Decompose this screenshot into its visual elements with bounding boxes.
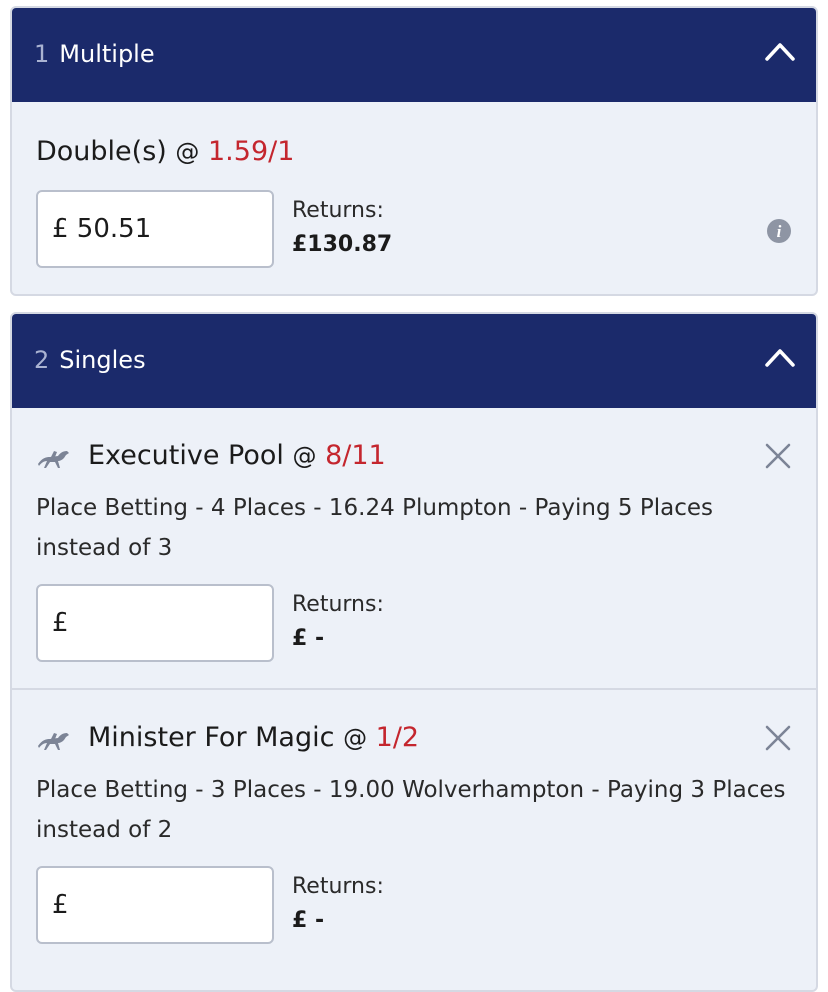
bet-name: Double(s) bbox=[36, 136, 167, 167]
selection-name: Executive Pool bbox=[88, 440, 284, 471]
stake-input[interactable]: £ 50.51 bbox=[36, 190, 274, 268]
selection-odds: 1/2 bbox=[375, 722, 420, 753]
at-sign: @ bbox=[175, 138, 200, 166]
selection-name: Minister For Magic bbox=[88, 722, 335, 753]
multiple-section: 1 Multiple Double(s) @ 1.59/1 £ 50.51 Re… bbox=[10, 6, 818, 296]
info-icon[interactable]: i bbox=[766, 218, 792, 244]
row-divider bbox=[12, 688, 816, 690]
chevron-up-icon[interactable] bbox=[764, 346, 796, 368]
horse-racing-icon bbox=[38, 451, 69, 468]
returns-value: £130.87 bbox=[292, 232, 393, 257]
stake-input[interactable]: £ bbox=[36, 866, 274, 944]
at-sign: @ bbox=[292, 442, 317, 470]
single-bet-title: Minister For Magic @ 1/2 bbox=[88, 722, 419, 753]
svg-text:i: i bbox=[777, 222, 782, 241]
close-icon[interactable] bbox=[764, 724, 792, 752]
multiple-header[interactable]: 1 Multiple bbox=[12, 8, 816, 102]
selection-description: Place Betting - 3 Places - 19.00 Wolverh… bbox=[36, 777, 786, 843]
selection-description: Place Betting - 4 Places - 16.24 Plumpto… bbox=[36, 495, 713, 561]
bet-odds: 1.59/1 bbox=[208, 136, 295, 167]
singles-section: 2 Singles Executive Pool @ 8/11 Place Be… bbox=[10, 312, 818, 992]
singles-header[interactable]: 2 Singles bbox=[12, 314, 816, 408]
selection-odds: 8/11 bbox=[325, 440, 386, 471]
multiple-count: 1 bbox=[34, 40, 50, 68]
chevron-up-icon[interactable] bbox=[764, 40, 796, 62]
returns-value: £ - bbox=[292, 908, 325, 933]
returns-label: Returns: bbox=[292, 198, 384, 223]
double-bet-title: Double(s) @ 1.59/1 bbox=[36, 136, 294, 167]
returns-label: Returns: bbox=[292, 592, 384, 617]
singles-count: 2 bbox=[34, 346, 50, 374]
at-sign: @ bbox=[343, 724, 368, 752]
single-bet-title: Executive Pool @ 8/11 bbox=[88, 440, 386, 471]
returns-value: £ - bbox=[292, 626, 325, 651]
singles-title: Singles bbox=[59, 346, 146, 374]
stake-input[interactable]: £ bbox=[36, 584, 274, 662]
multiple-title: Multiple bbox=[59, 40, 155, 68]
close-icon[interactable] bbox=[764, 442, 792, 470]
returns-label: Returns: bbox=[292, 874, 384, 899]
horse-racing-icon bbox=[38, 733, 69, 750]
